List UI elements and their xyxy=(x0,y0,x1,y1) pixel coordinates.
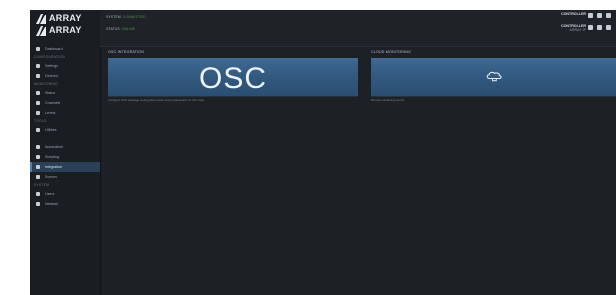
controller-ip: ARRAY IP xyxy=(569,28,586,32)
sidebar-item-utilities[interactable]: Utilities xyxy=(30,125,100,135)
card-banner[interactable] xyxy=(371,58,616,97)
logo-mark-icon xyxy=(36,26,46,36)
gear-icon xyxy=(36,64,40,68)
sidebar-item-label: Devices xyxy=(45,74,58,78)
sidebar-nav: Dashboard CONFIGURATION Settings Devices… xyxy=(30,44,100,209)
sidebar-item-label: Channels xyxy=(45,101,61,105)
sidebar-section-heading: MONITORING xyxy=(34,82,58,86)
status-line: STATUS ONLINE xyxy=(106,27,135,31)
refresh-icon[interactable] xyxy=(588,25,593,30)
sidebar-item-label: Automation xyxy=(45,145,64,149)
sidebar-item-label: Users xyxy=(45,192,55,196)
top-bar: SYSTEM CONNECTED STATUS ONLINE CONTROLLER … xyxy=(100,10,616,47)
sidebar-item-levels[interactable]: Levels xyxy=(30,108,100,118)
sidebar-item-channels[interactable]: Channels xyxy=(30,98,100,108)
sidebar-item-scripting[interactable]: Scripting xyxy=(30,152,100,162)
card-description: Remote monitoring service. xyxy=(371,98,406,102)
toolbar-icons xyxy=(588,12,612,20)
sidebar-section-heading: TOOLS xyxy=(34,119,47,123)
scenes-icon xyxy=(36,175,40,179)
sidebar-item-label: Levels xyxy=(45,111,56,115)
device-icon xyxy=(36,74,40,78)
integration-icon xyxy=(36,165,40,169)
sidebar-item-settings[interactable]: Settings xyxy=(30,61,100,71)
sidebar-item-devices[interactable]: Devices xyxy=(30,71,100,81)
card-description: Configure OSC message routing and remote… xyxy=(108,98,205,102)
sidebar-item-integration[interactable]: Integration xyxy=(30,162,100,172)
settings-icon[interactable] xyxy=(597,25,602,30)
automation-icon xyxy=(36,145,40,149)
maximize-icon[interactable] xyxy=(597,13,602,18)
sidebar-section-spacer xyxy=(30,135,100,142)
users-icon xyxy=(36,192,40,196)
sidebar-item-label: Network xyxy=(45,202,59,206)
status-icon xyxy=(36,91,40,95)
sidebar-item-dashboard[interactable]: Dashboard xyxy=(30,44,100,54)
sidebar-item-label: Scenes xyxy=(45,175,57,179)
sidebar-item-status[interactable]: Status xyxy=(30,88,100,98)
tools-icon xyxy=(36,128,40,132)
close-icon[interactable] xyxy=(606,13,611,18)
sidebar-item-label: Dashboard xyxy=(45,47,63,51)
controller-info: CONTROLLER ARRAY IP xyxy=(561,24,586,32)
sidebar-item-label: Integration xyxy=(45,165,62,169)
status-key: STATUS xyxy=(106,27,120,31)
card-banner[interactable]: OSC xyxy=(108,58,358,97)
logo-secondary: ARRAY xyxy=(36,25,94,38)
sidebar: ARRAY ARRAY Dashboard CONFIGURATION Sett… xyxy=(30,10,101,295)
cloud-monitor-icon xyxy=(486,71,502,82)
sidebar-item-scenes[interactable]: Scenes xyxy=(30,172,100,182)
status-value: CONNECTED xyxy=(122,15,146,19)
dashboard-icon xyxy=(36,47,40,51)
controller-info: CONTROLLER xyxy=(561,12,586,16)
sidebar-section-heading: SYSTEM xyxy=(34,183,50,187)
toolbar-icons xyxy=(588,24,612,32)
sidebar-item-label: Settings xyxy=(45,64,58,68)
sidebar-item-label: Utilities xyxy=(45,128,57,132)
sidebar-item-network[interactable]: Network xyxy=(30,199,100,209)
sidebar-item-label: Scripting xyxy=(45,155,59,159)
card-title: OSC INTEGRATION xyxy=(108,50,145,54)
card-title: CLOUD MONITORING xyxy=(371,50,412,54)
levels-icon xyxy=(36,111,40,115)
status-value: ONLINE xyxy=(121,27,136,31)
app-window: ARRAY ARRAY Dashboard CONFIGURATION Sett… xyxy=(30,10,616,295)
sidebar-item-users[interactable]: Users xyxy=(30,189,100,199)
channels-icon xyxy=(36,101,40,105)
logo-text: ARRAY xyxy=(49,25,82,35)
controller-name: CONTROLLER xyxy=(561,12,586,16)
sidebar-item-automation[interactable]: Automation xyxy=(30,142,100,152)
network-icon xyxy=(36,202,40,206)
status-key: SYSTEM xyxy=(106,15,121,19)
logo-mark-icon xyxy=(36,14,46,24)
logo-text: ARRAY xyxy=(49,13,82,23)
osc-banner-text: OSC xyxy=(198,62,267,95)
power-icon[interactable] xyxy=(606,25,611,30)
sidebar-section-heading: CONFIGURATION xyxy=(34,55,65,59)
status-line: SYSTEM CONNECTED xyxy=(106,15,146,19)
page: ARRAY ARRAY Dashboard CONFIGURATION Sett… xyxy=(0,0,616,295)
sidebar-item-label: Status xyxy=(45,91,56,95)
script-icon xyxy=(36,155,40,159)
minimize-icon[interactable] xyxy=(588,13,593,18)
